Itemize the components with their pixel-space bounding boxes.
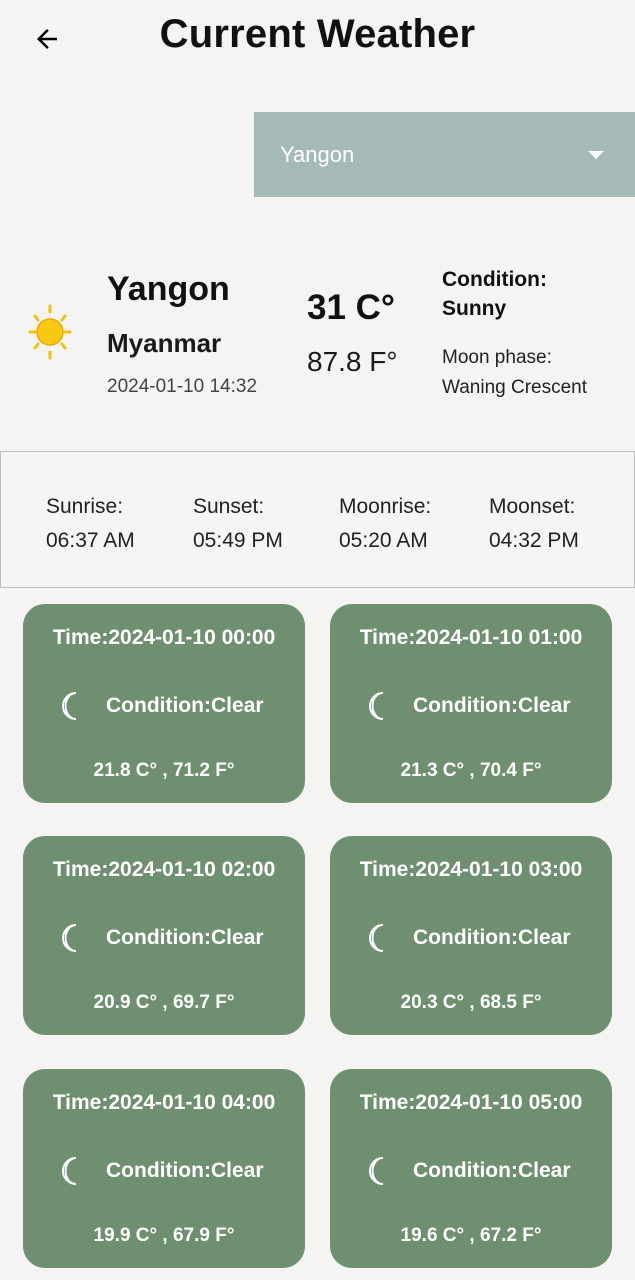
- city-dropdown-value: Yangon: [280, 141, 355, 167]
- hourly-time: Time:2024-01-10 05:00: [359, 1091, 583, 1114]
- condition-label: Condition:: [442, 268, 547, 291]
- astro-label: Sunset:: [193, 495, 265, 518]
- astro-sunset: Sunset: 05:49 PM: [193, 490, 283, 558]
- hourly-condition: Condition:Clear: [106, 926, 264, 949]
- location-city: Yangon: [107, 270, 230, 308]
- city-dropdown[interactable]: Yangon: [254, 112, 635, 197]
- astro-value: 05:49 PM: [193, 529, 283, 552]
- temperature-celsius: 31 C°: [307, 288, 395, 327]
- hourly-condition: Condition:Clear: [413, 694, 571, 717]
- hourly-card[interactable]: Time:2024-01-10 02:00 Condition:Clear 20…: [23, 836, 305, 1035]
- hourly-temps: 21.8 C° , 71.2 F°: [93, 760, 235, 781]
- hourly-condition: Condition:Clear: [413, 1159, 571, 1182]
- astro-value: 04:32 PM: [489, 529, 579, 552]
- hourly-temps: 20.9 C° , 69.7 F°: [93, 992, 235, 1013]
- hourly-time: Time:2024-01-10 00:00: [52, 626, 276, 649]
- hourly-time: Time:2024-01-10 04:00: [52, 1091, 276, 1114]
- weather-screen: Current Weather Yangon Yangon Myanmar 20…: [0, 0, 635, 1280]
- hourly-card[interactable]: Time:2024-01-10 05:00 Condition:Clear 19…: [330, 1069, 612, 1268]
- hourly-time: Time:2024-01-10 01:00: [359, 626, 583, 649]
- hourly-condition: Condition:Clear: [106, 1159, 264, 1182]
- moon-icon: [369, 1157, 384, 1185]
- hourly-card[interactable]: Time:2024-01-10 00:00 Condition:Clear 21…: [23, 604, 305, 803]
- location-country: Myanmar: [107, 328, 222, 358]
- hourly-time: Time:2024-01-10 03:00: [359, 858, 583, 881]
- hourly-condition: Condition:Clear: [413, 926, 571, 949]
- astro-moonrise: Moonrise: 05:20 AM: [339, 490, 431, 558]
- hourly-temps: 19.6 C° , 67.2 F°: [400, 1225, 542, 1246]
- astro-value: 05:20 AM: [339, 529, 428, 552]
- hourly-condition: Condition:Clear: [106, 694, 264, 717]
- hourly-condition-row: Condition:Clear: [363, 690, 571, 722]
- page-title: Current Weather: [159, 12, 476, 56]
- hourly-temps: 20.3 C° , 68.5 F°: [400, 992, 542, 1013]
- hourly-condition-row: Condition:Clear: [56, 1155, 264, 1187]
- moon-icon: [62, 924, 77, 952]
- temperature-fahrenheit: 87.8 F°: [307, 346, 398, 377]
- sun-icon: [28, 304, 72, 360]
- moon-phase-value: Waning Crescent: [442, 377, 588, 398]
- moon-icon: [369, 692, 384, 720]
- hourly-condition-row: Condition:Clear: [363, 922, 571, 954]
- hourly-condition-row: Condition:Clear: [363, 1155, 571, 1187]
- moon-icon: [62, 692, 77, 720]
- moon-icon: [369, 924, 384, 952]
- hourly-condition-row: Condition:Clear: [56, 690, 264, 722]
- astro-label: Moonrise:: [339, 495, 432, 518]
- moon-phase-label: Moon phase:: [442, 347, 552, 368]
- astro-label: Sunrise:: [46, 495, 124, 518]
- hourly-temps: 21.3 C° , 70.4 F°: [400, 760, 542, 781]
- astro-panel: Sunrise: 06:37 AM Sunset: 05:49 PM Moonr…: [0, 451, 635, 588]
- moon-icon: [62, 1157, 77, 1185]
- hourly-card[interactable]: Time:2024-01-10 03:00 Condition:Clear 20…: [330, 836, 612, 1035]
- hourly-time: Time:2024-01-10 02:00: [52, 858, 276, 881]
- hourly-card[interactable]: Time:2024-01-10 01:00 Condition:Clear 21…: [330, 604, 612, 803]
- hourly-condition-row: Condition:Clear: [56, 922, 264, 954]
- astro-value: 06:37 AM: [46, 529, 135, 552]
- hourly-card[interactable]: Time:2024-01-10 04:00 Condition:Clear 19…: [23, 1069, 305, 1268]
- astro-label: Moonset:: [489, 495, 576, 518]
- hourly-temps: 19.9 C° , 67.9 F°: [93, 1225, 235, 1246]
- astro-moonset: Moonset: 04:32 PM: [489, 490, 579, 558]
- chevron-down-icon: [588, 151, 604, 159]
- local-time: 2024-01-10 14:32: [107, 376, 258, 397]
- astro-sunrise: Sunrise: 06:37 AM: [46, 490, 135, 558]
- condition-value: Sunny: [442, 297, 507, 320]
